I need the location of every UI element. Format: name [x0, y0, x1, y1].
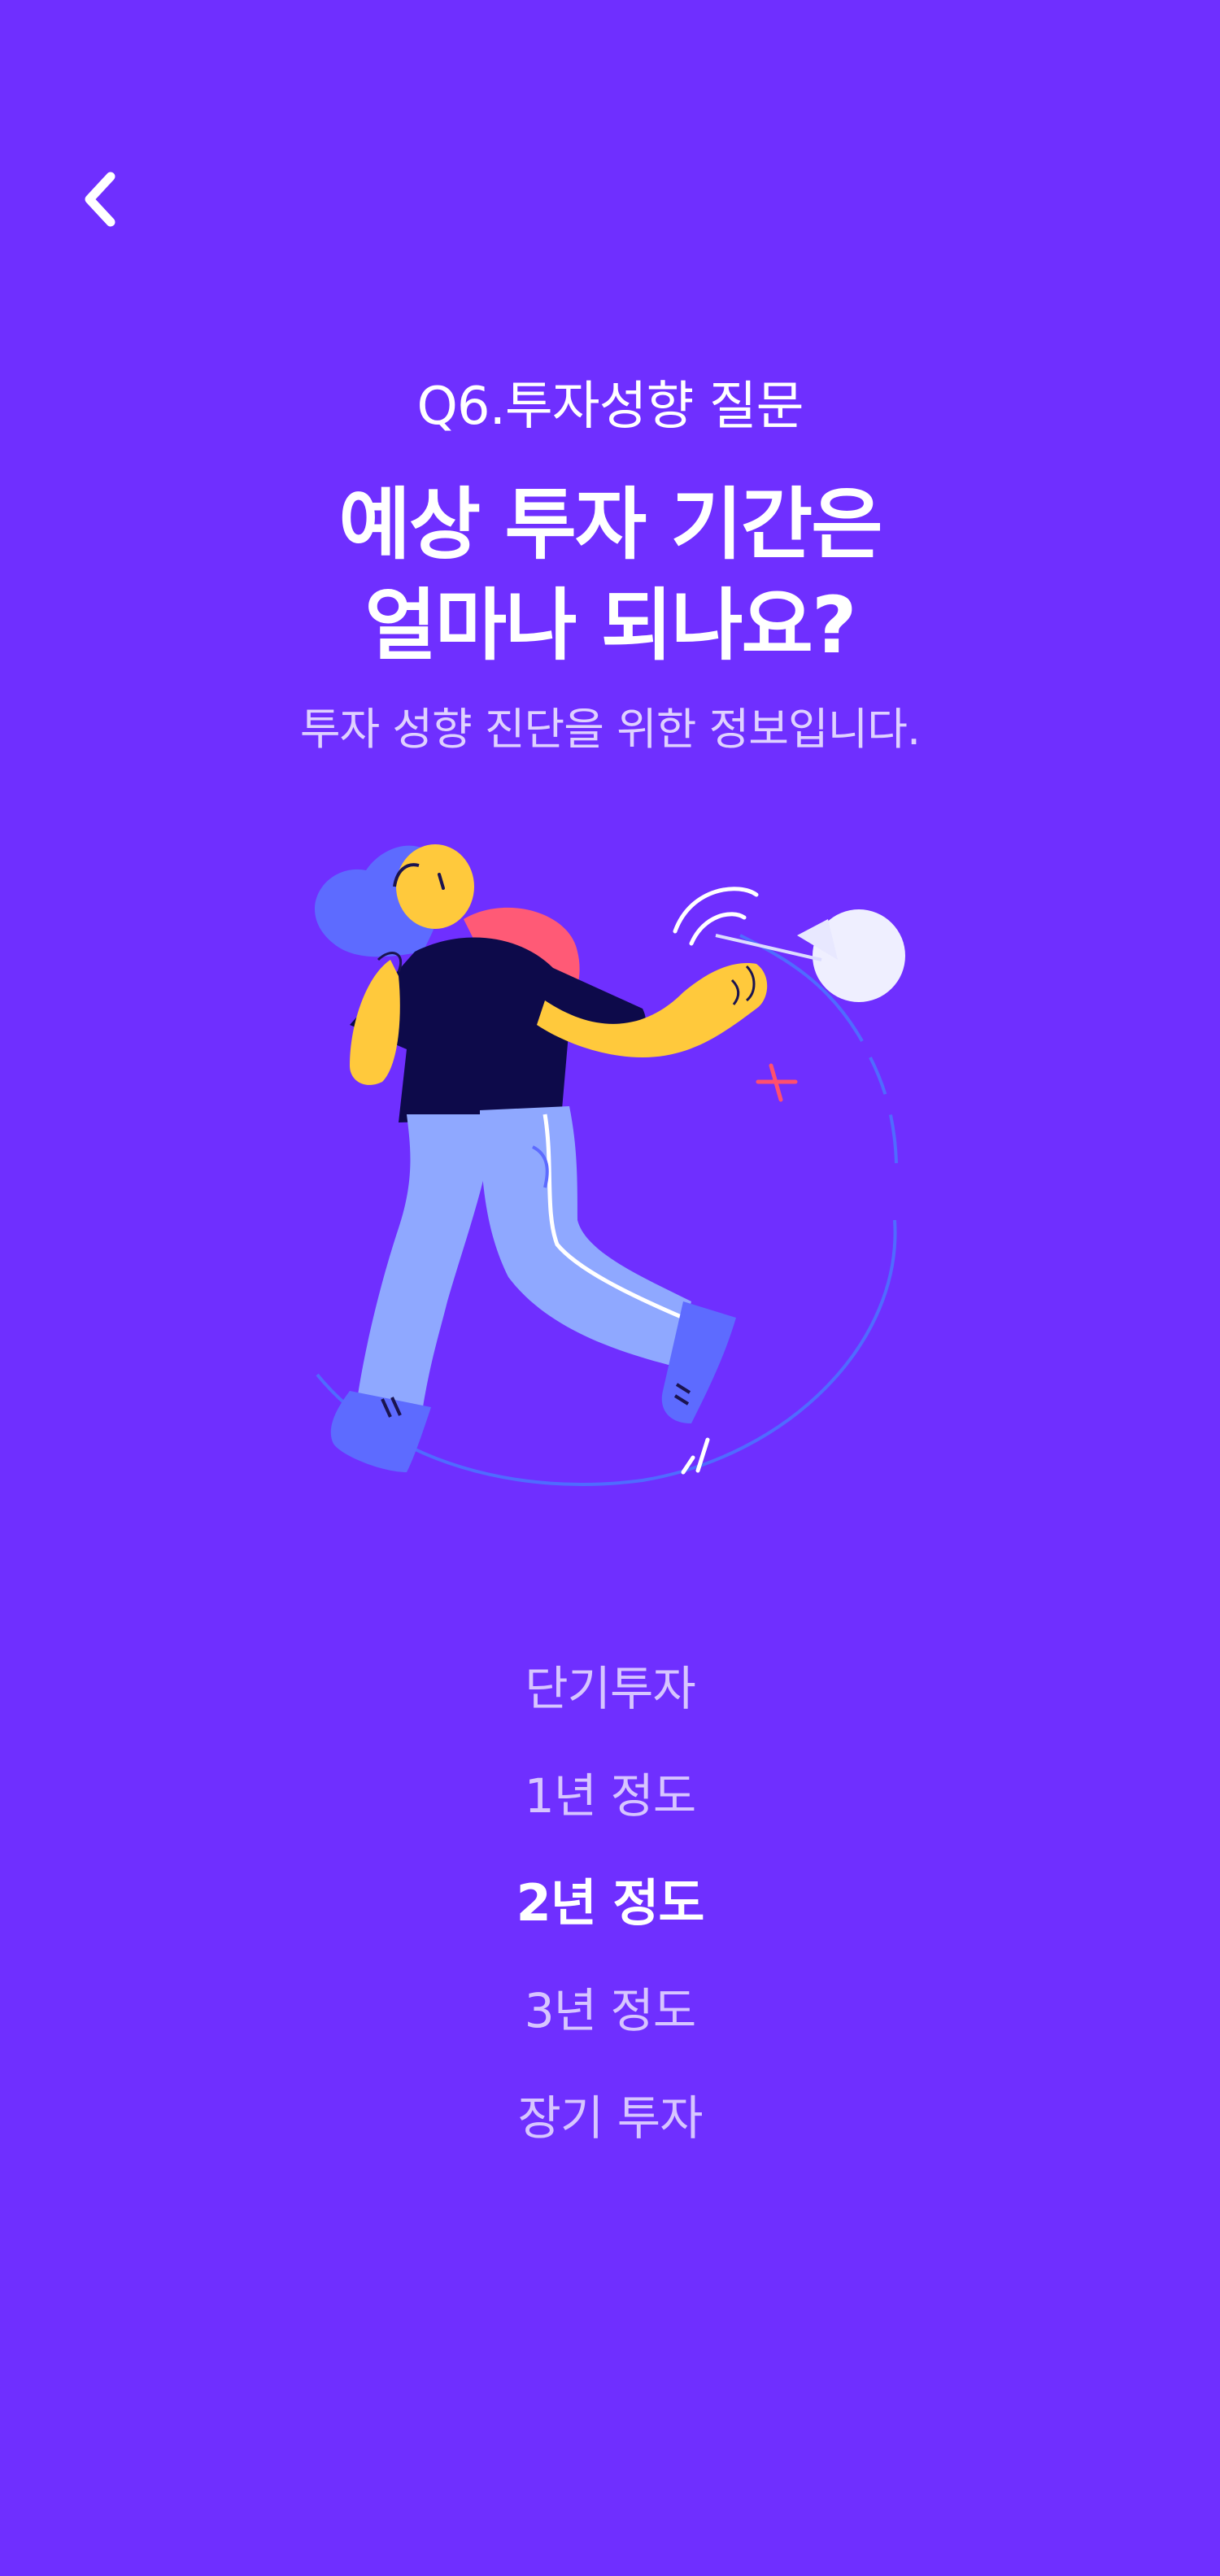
answer-option[interactable]: 1년 정도	[0, 1742, 1220, 1850]
answer-option[interactable]: 단기투자	[0, 1635, 1220, 1742]
answer-option[interactable]: 장기 투자	[0, 2064, 1220, 2172]
question-number-label: Q6.투자성향 질문	[416, 377, 804, 437]
chevron-left-icon	[85, 172, 115, 227]
answer-options-list: 단기투자 1년 정도 2년 정도 3년 정도 장기 투자	[0, 1635, 1220, 2172]
question-title-line-2: 얼마나 되나요?	[364, 580, 856, 671]
question-subtitle: 투자 성향 진단을 위한 정보입니다.	[299, 704, 921, 755]
question-header: Q6.투자성향 질문 예상 투자 기간은 얼마나 되나요? 투자 성향 진단을 …	[0, 370, 1220, 762]
answer-option[interactable]: 2년 정도	[0, 1850, 1220, 1957]
walking-person-illustration	[315, 844, 905, 1486]
back-button[interactable]	[68, 163, 133, 236]
question-title: 예상 투자 기간은 얼마나 되나요?	[0, 474, 1220, 676]
answer-option[interactable]: 3년 정도	[0, 1957, 1220, 2064]
question-title-line-1: 예상 투자 기간은	[338, 479, 882, 570]
